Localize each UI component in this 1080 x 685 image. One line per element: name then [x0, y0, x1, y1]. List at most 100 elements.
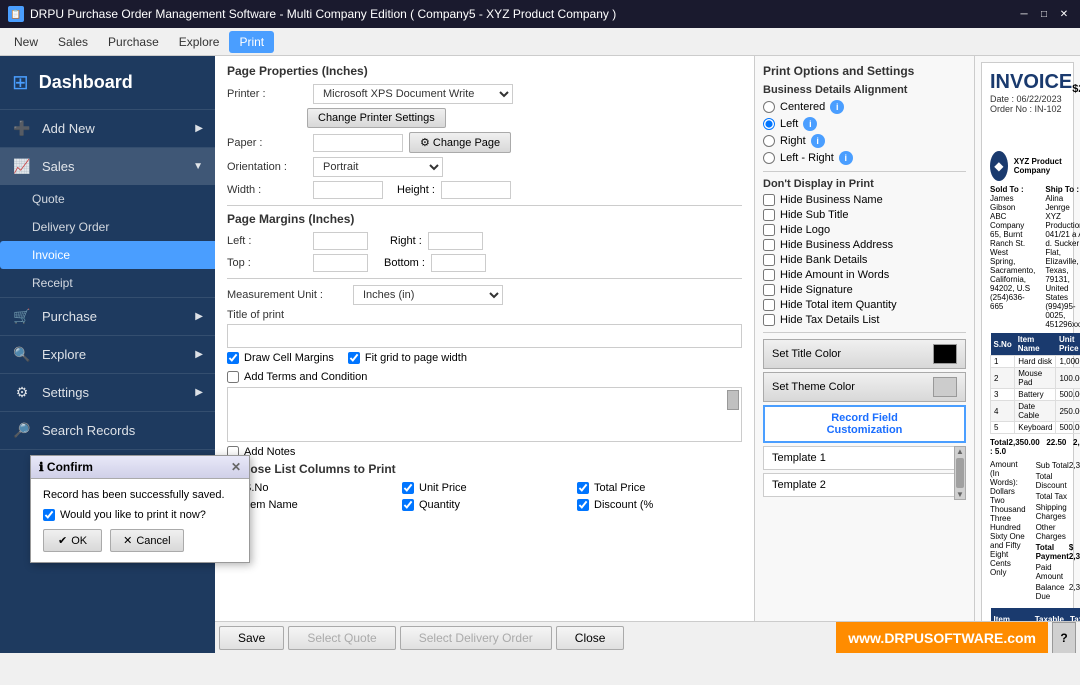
paper-input[interactable]: A4 [313, 134, 403, 152]
radio-right-row: Right i [763, 134, 966, 148]
hide-business-address-row: Hide Business Address [763, 239, 966, 251]
measurement-select[interactable]: Inches (in) [353, 285, 503, 305]
confirm-ok-button[interactable]: ✔ OK [43, 529, 102, 552]
height-input[interactable]: 11.69 [441, 181, 511, 199]
bottom-margin-input[interactable]: 1 [431, 254, 486, 272]
radio-left-right[interactable] [763, 152, 775, 164]
draw-cell-margins-checkbox[interactable] [227, 352, 239, 364]
width-input[interactable]: 8.27 [313, 181, 383, 199]
invoice-date: Date : 06/22/2023 [990, 94, 1072, 104]
hide-total-qty-cb[interactable] [763, 299, 775, 311]
columns-title: Choose List Columns to Print [227, 462, 742, 476]
fit-grid-checkbox[interactable] [348, 352, 360, 364]
page-properties-panel: Page Properties (Inches) Printer : Micro… [215, 56, 755, 621]
confirm-print-checkbox[interactable] [43, 509, 55, 521]
scroll-thumb[interactable] [727, 390, 739, 410]
minimize-button[interactable]: ─ [1016, 6, 1032, 22]
hide-total-qty-label: Hide Total item Quantity [780, 299, 897, 311]
maximize-button[interactable]: □ [1036, 6, 1052, 22]
printer-select[interactable]: Microsoft XPS Document Write [313, 84, 513, 104]
orientation-select[interactable]: Portrait [313, 157, 443, 177]
template1-button[interactable]: Template 1 [763, 446, 966, 470]
menu-sales[interactable]: Sales [48, 31, 98, 53]
col-unit-price-checkbox[interactable] [402, 482, 414, 494]
right-margin-input[interactable]: 1 [428, 232, 483, 250]
hide-tax-list-row: Hide Tax Details List [763, 314, 966, 326]
template-scroll-down[interactable]: ▼ [956, 490, 964, 499]
sidebar-title: Dashboard [39, 72, 133, 93]
table-cell: 1,000.00 [1056, 356, 1080, 368]
purchase-label: Purchase [42, 309, 97, 324]
confirm-close-button[interactable]: ✕ [231, 460, 241, 474]
print-title-input[interactable]: INVOICE [227, 324, 742, 348]
hide-business-name-row: Hide Business Name [763, 194, 966, 206]
col-discount-row: Discount (% [577, 499, 742, 511]
app-title: DRPU Purchase Order Management Software … [30, 7, 616, 21]
template-scroll-thumb[interactable] [956, 458, 964, 488]
col-discount-checkbox[interactable] [577, 499, 589, 511]
centered-info-icon[interactable]: i [830, 100, 844, 114]
sidebar-sub-invoice[interactable]: Invoice [0, 241, 215, 269]
close-bottom-button[interactable]: Close [556, 626, 625, 650]
col-total-price-checkbox[interactable] [577, 482, 589, 494]
left-right-info-icon[interactable]: i [839, 151, 853, 165]
left-margin-input[interactable]: 1 [313, 232, 368, 250]
help-button[interactable]: ? [1052, 622, 1076, 654]
hide-tax-list-label: Hide Tax Details List [780, 314, 879, 326]
radio-centered[interactable] [763, 101, 775, 113]
sidebar-item-search[interactable]: 🔎 Search Records [0, 412, 215, 449]
hide-bank-details-cb[interactable] [763, 254, 775, 266]
sidebar-item-purchase[interactable]: 🛒 Purchase ▶ [0, 298, 215, 335]
table-row: 3Battery500.001.00500.000.000.00505.00 [991, 389, 1080, 401]
sidebar-sub-quote[interactable]: Quote [0, 185, 215, 213]
theme-color-swatch [933, 377, 957, 397]
hide-amount-words-cb[interactable] [763, 269, 775, 281]
set-theme-color-button[interactable]: Set Theme Color [763, 372, 966, 402]
sidebar-item-settings[interactable]: ⚙ Settings ▶ [0, 374, 215, 411]
settings-arrow: ▶ [195, 387, 203, 398]
right-info-icon[interactable]: i [811, 134, 825, 148]
sidebar-item-sales[interactable]: 📈 Sales ▼ [0, 148, 215, 185]
hide-signature-cb[interactable] [763, 284, 775, 296]
hide-logo-cb[interactable] [763, 224, 775, 236]
sidebar-sub-receipt[interactable]: Receipt [0, 269, 215, 297]
confirm-cancel-button[interactable]: ✕ Cancel [110, 529, 183, 552]
select-delivery-button[interactable]: Select Delivery Order [400, 626, 552, 650]
confirm-checkbox-row: Would you like to print it now? [43, 509, 237, 521]
sidebar-item-explore[interactable]: 🔍 Explore ▶ [0, 336, 215, 373]
table-row: 5Keyboard500.001.00500.000.000.00505.00 [991, 422, 1080, 434]
template2-button[interactable]: Template 2 [763, 473, 966, 497]
radio-left[interactable] [763, 118, 775, 130]
set-title-color-button[interactable]: Set Title Color [763, 339, 966, 369]
sidebar-sub-delivery[interactable]: Delivery Order [0, 213, 215, 241]
close-button[interactable]: ✕ [1056, 6, 1072, 22]
save-button[interactable]: Save [219, 626, 284, 650]
hide-tax-list-cb[interactable] [763, 314, 775, 326]
sales-arrow: ▼ [193, 161, 203, 172]
radio-right[interactable] [763, 135, 775, 147]
confirm-message: Record has been successfully saved. [43, 489, 237, 501]
summary-row: Total Payment$ 2,361.58 [1036, 542, 1080, 562]
sidebar-header: ⊞ Dashboard [0, 56, 215, 110]
select-quote-button[interactable]: Select Quote [288, 626, 395, 650]
hide-sub-title-row: Hide Sub Title [763, 209, 966, 221]
change-page-button[interactable]: ⚙ Change Page [409, 132, 511, 153]
hide-sub-title-cb[interactable] [763, 209, 775, 221]
record-field-button[interactable]: Record FieldCustomization [763, 405, 966, 443]
table-cell: Mouse Pad [1015, 368, 1056, 389]
sidebar-item-add-new[interactable]: ➕ Add New ▶ [0, 110, 215, 147]
menu-new[interactable]: New [4, 31, 48, 53]
top-margin-input[interactable]: 1 [313, 254, 368, 272]
menu-explore[interactable]: Explore [169, 31, 230, 53]
hide-business-name-cb[interactable] [763, 194, 775, 206]
add-terms-checkbox[interactable] [227, 371, 239, 383]
invoice-order: Order No : IN-102 [990, 104, 1072, 114]
col-unit-price-row: Unit Price [402, 482, 567, 494]
change-printer-button[interactable]: Change Printer Settings [307, 108, 446, 128]
hide-business-address-cb[interactable] [763, 239, 775, 251]
left-info-icon[interactable]: i [803, 117, 817, 131]
menu-purchase[interactable]: Purchase [98, 31, 169, 53]
col-quantity-checkbox[interactable] [402, 499, 414, 511]
menu-print[interactable]: Print [229, 31, 274, 53]
template-scroll-up[interactable]: ▲ [956, 447, 964, 456]
